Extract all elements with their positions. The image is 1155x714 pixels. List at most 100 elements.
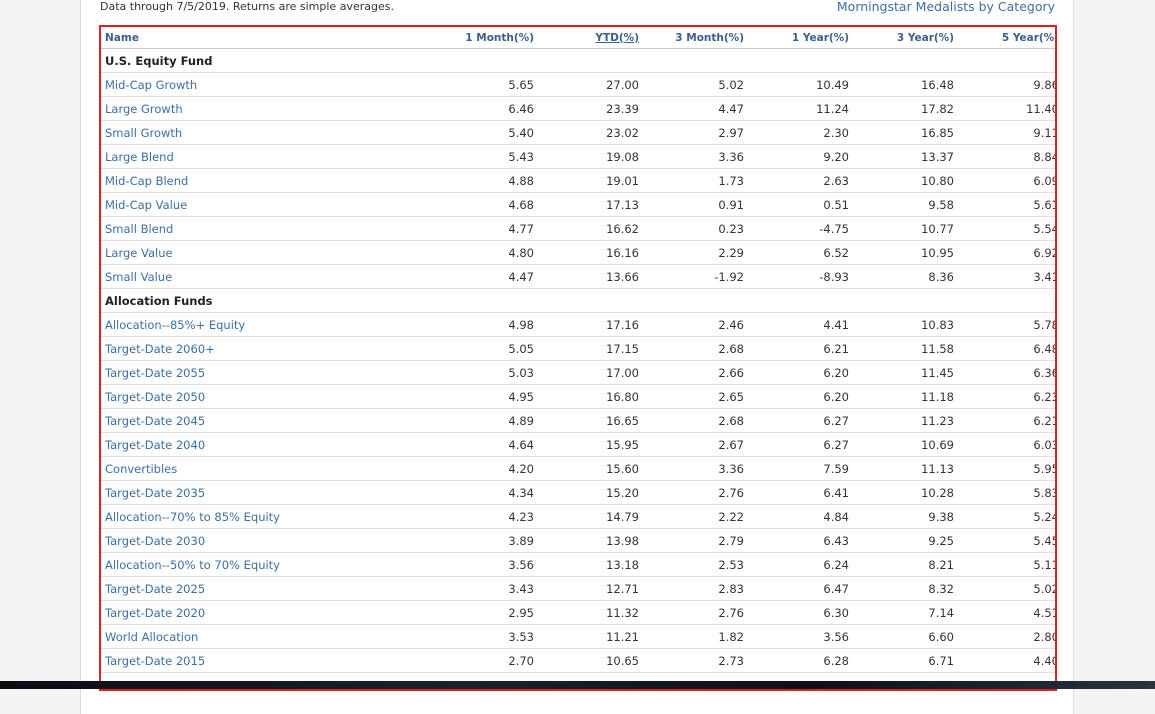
return-cell-ytd: 13.98 [538, 528, 643, 553]
category-name-link[interactable]: Small Growth [101, 120, 435, 145]
category-name-link[interactable]: Large Growth [101, 96, 435, 121]
return-cell-ytd: 16.65 [538, 408, 643, 433]
return-cell-y1: 6.20 [748, 384, 853, 409]
return-cell-y5: 5.02 [958, 576, 1055, 601]
return-cell-ytd: 11.32 [538, 600, 643, 625]
return-cell-m3: 0.91 [643, 192, 748, 217]
category-name-link[interactable]: Large Blend [101, 144, 435, 169]
return-cell-y1: 9.20 [748, 144, 853, 169]
return-cell-y3: 7.14 [853, 600, 958, 625]
return-cell-ytd: 17.00 [538, 360, 643, 385]
return-cell-y1: 3.56 [748, 624, 853, 649]
table-row: Allocation--70% to 85% Equity 4.23 14.79 2.… [101, 504, 1055, 529]
return-cell-y5: 2.80 [958, 624, 1055, 649]
return-cell-m3: 2.46 [643, 312, 748, 337]
return-cell-m3: -1.92 [643, 264, 748, 289]
table-body: U.S. Equity Fund Mid-Cap Growth 5.65 27.00 5… [101, 48, 1055, 673]
return-cell-ytd: 17.13 [538, 192, 643, 217]
category-name-link[interactable]: Target-Date 2055 [101, 360, 435, 385]
category-name-link[interactable]: Mid-Cap Blend [101, 168, 435, 193]
category-name-link[interactable]: Target-Date 2015 [101, 648, 435, 673]
return-cell-y3: 10.77 [853, 216, 958, 241]
column-header-ytd[interactable]: YTD(%) [538, 27, 643, 49]
table-row: Target-Date 2020 2.95 11.32 2.76 6.30 7.14 4.5… [101, 600, 1055, 625]
table-row: Mid-Cap Growth 5.65 27.00 5.02 10.49 16.48 9.8… [101, 72, 1055, 97]
return-cell-y5: 11.40 [958, 96, 1055, 121]
table-row: Target-Date 2035 4.34 15.20 2.76 6.41 10.28 5.… [101, 480, 1055, 505]
return-cell-ytd: 19.08 [538, 144, 643, 169]
column-header-1-year[interactable]: 1 Year(%) [748, 27, 853, 49]
return-cell-y1: 2.30 [748, 120, 853, 145]
table-row: Small Value 4.47 13.66 -1.92 -8.93 8.36 3.41 [101, 264, 1055, 289]
return-cell-m1: 2.70 [435, 648, 538, 673]
category-name-link[interactable]: Mid-Cap Value [101, 192, 435, 217]
category-name-link[interactable]: Allocation--70% to 85% Equity [101, 504, 435, 529]
column-header-3-year[interactable]: 3 Year(%) [853, 27, 958, 49]
category-name-link[interactable]: Target-Date 2035 [101, 480, 435, 505]
return-cell-y5: 6.09 [958, 168, 1055, 193]
return-cell-y3: 10.69 [853, 432, 958, 457]
ytd-sort-link[interactable]: YTD(%) [595, 32, 639, 44]
return-cell-y3: 11.45 [853, 360, 958, 385]
return-cell-m3: 1.82 [643, 624, 748, 649]
category-name-link[interactable]: Target-Date 2060+ [101, 336, 435, 361]
category-name-link[interactable]: Target-Date 2025 [101, 576, 435, 601]
return-cell-m3: 2.68 [643, 408, 748, 433]
return-cell-m1: 5.05 [435, 336, 538, 361]
column-header-name[interactable]: Name [101, 27, 435, 49]
table-row: Target-Date 2040 4.64 15.95 2.67 6.27 10.69 6.… [101, 432, 1055, 457]
table-header-row: Name 1 Month(%) YTD(%) 3 Month(%) 1 Year… [101, 27, 1055, 49]
return-cell-m1: 4.20 [435, 456, 538, 481]
return-cell-m1: 4.98 [435, 312, 538, 337]
return-cell-y5: 6.36 [958, 360, 1055, 385]
return-cell-y3: 10.80 [853, 168, 958, 193]
return-cell-y1: 4.41 [748, 312, 853, 337]
category-name-link[interactable]: Target-Date 2040 [101, 432, 435, 457]
group-title: Allocation Funds [101, 288, 1055, 313]
return-cell-ytd: 16.16 [538, 240, 643, 265]
category-name-link[interactable]: World Allocation [101, 624, 435, 649]
table-row: Target-Date 2025 3.43 12.71 2.83 6.47 8.32 5.0… [101, 576, 1055, 601]
return-cell-m1: 4.88 [435, 168, 538, 193]
category-name-link[interactable]: Large Value [101, 240, 435, 265]
return-cell-m1: 3.56 [435, 552, 538, 577]
taskbar-strip [0, 681, 1155, 689]
return-cell-ytd: 23.39 [538, 96, 643, 121]
return-cell-y3: 16.48 [853, 72, 958, 97]
return-cell-m3: 2.83 [643, 576, 748, 601]
category-name-link[interactable]: Allocation--50% to 70% Equity [101, 552, 435, 577]
category-name-link[interactable]: Allocation--85%+ Equity [101, 312, 435, 337]
return-cell-y5: 9.11 [958, 120, 1055, 145]
category-name-link[interactable]: Target-Date 2050 [101, 384, 435, 409]
group-header-row: Allocation Funds [101, 288, 1055, 313]
returns-table-frame: Name 1 Month(%) YTD(%) 3 Month(%) 1 Year… [99, 25, 1057, 691]
category-name-link[interactable]: Target-Date 2020 [101, 600, 435, 625]
return-cell-y3: 11.18 [853, 384, 958, 409]
return-cell-y3: 9.25 [853, 528, 958, 553]
column-header-3-month[interactable]: 3 Month(%) [643, 27, 748, 49]
category-name-link[interactable]: Target-Date 2045 [101, 408, 435, 433]
category-name-link[interactable]: Small Value [101, 264, 435, 289]
column-header-5-year[interactable]: 5 Year(%) [958, 27, 1055, 49]
category-name-link[interactable]: Small Blend [101, 216, 435, 241]
return-cell-m3: 2.29 [643, 240, 748, 265]
return-cell-y3: 9.38 [853, 504, 958, 529]
return-cell-y1: 10.49 [748, 72, 853, 97]
category-name-link[interactable]: Mid-Cap Growth [101, 72, 435, 97]
category-name-link[interactable]: Convertibles [101, 456, 435, 481]
category-name-link[interactable]: Target-Date 2030 [101, 528, 435, 553]
column-header-1-month[interactable]: 1 Month(%) [435, 27, 538, 49]
table-row: Small Blend 4.77 16.62 0.23 -4.75 10.77 5.54 [101, 216, 1055, 241]
return-cell-y1: 6.30 [748, 600, 853, 625]
return-cell-ytd: 17.15 [538, 336, 643, 361]
return-cell-ytd: 13.66 [538, 264, 643, 289]
return-cell-m1: 4.23 [435, 504, 538, 529]
return-cell-y1: 6.21 [748, 336, 853, 361]
return-cell-y1: 6.52 [748, 240, 853, 265]
return-cell-m1: 5.65 [435, 72, 538, 97]
return-cell-m3: 2.76 [643, 480, 748, 505]
return-cell-m1: 3.89 [435, 528, 538, 553]
return-cell-m3: 0.23 [643, 216, 748, 241]
medalists-link[interactable]: Morningstar Medalists by Category [837, 0, 1055, 14]
return-cell-y5: 5.45 [958, 528, 1055, 553]
